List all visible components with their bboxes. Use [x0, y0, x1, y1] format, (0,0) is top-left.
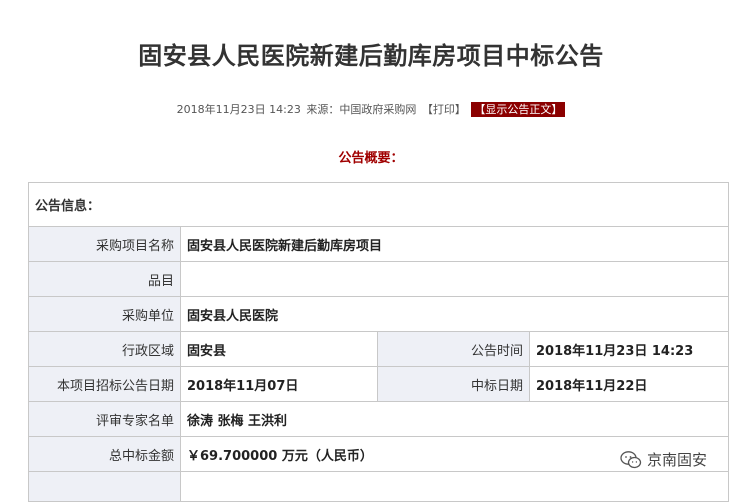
project-name-label: 采购项目名称 [28, 226, 181, 262]
source-label: 来源：中国政府采购网 [306, 103, 417, 116]
award-date-label: 中标日期 [377, 366, 530, 402]
purchaser-value: 固安县人民医院 [179, 296, 730, 332]
bid-date-label: 本项目招标公告日期 [28, 366, 181, 402]
announce-time-value: 2018年11月23日 14:23 [528, 331, 730, 367]
table-row: 采购单位 固安县人民医院 [28, 296, 730, 332]
table-row: 品目 [28, 261, 730, 297]
print-link[interactable]: 【打印】 [422, 103, 466, 116]
region-label: 行政区域 [28, 331, 181, 367]
show-content-button[interactable]: 【显示公告正文】 [471, 102, 566, 117]
section-title: 公告信息： [27, 182, 730, 227]
category-value [179, 261, 730, 297]
watermark: 京南固安 [620, 449, 707, 470]
award-date-value: 2018年11月22日 [528, 366, 730, 402]
bid-date-value: 2018年11月07日 [180, 366, 378, 402]
cut-off-value [179, 471, 730, 502]
announce-time-label: 公告时间 [377, 331, 530, 367]
experts-value: 徐涛 张梅 王洪利 [179, 401, 730, 437]
category-label: 品目 [28, 261, 181, 297]
table-row: 公告信息： [27, 182, 730, 227]
project-name-value: 固安县人民医院新建后勤库房项目 [179, 226, 730, 262]
table-row: 行政区域 固安县 公告时间 2018年11月23日 14:23 [28, 331, 730, 367]
region-value: 固安县 [180, 331, 378, 367]
watermark-text: 京南固安 [647, 451, 708, 469]
table-row: 采购项目名称 固安县人民医院新建后勤库房项目 [28, 226, 730, 262]
table-row: 评审专家名单 徐涛 张梅 王洪利 [28, 401, 730, 437]
experts-label: 评审专家名单 [28, 401, 181, 437]
table-row [28, 471, 730, 502]
publish-date: 2018年11月23日 14:23 [176, 103, 301, 116]
purchaser-label: 采购单位 [28, 296, 181, 332]
amount-label: 总中标金额 [28, 436, 181, 472]
page-title: 固安县人民医院新建后勤库房项目中标公告 [138, 42, 604, 70]
wechat-icon [620, 450, 642, 468]
table-row: 本项目招标公告日期 2018年11月07日 中标日期 2018年11月22日 [28, 366, 730, 402]
article-meta: 2018年11月23日 14:23 来源：中国政府采购网 【打印】 【显示公告正… [0, 101, 742, 117]
summary-heading: 公告概要： [338, 151, 404, 166]
cut-off-label [28, 471, 181, 502]
